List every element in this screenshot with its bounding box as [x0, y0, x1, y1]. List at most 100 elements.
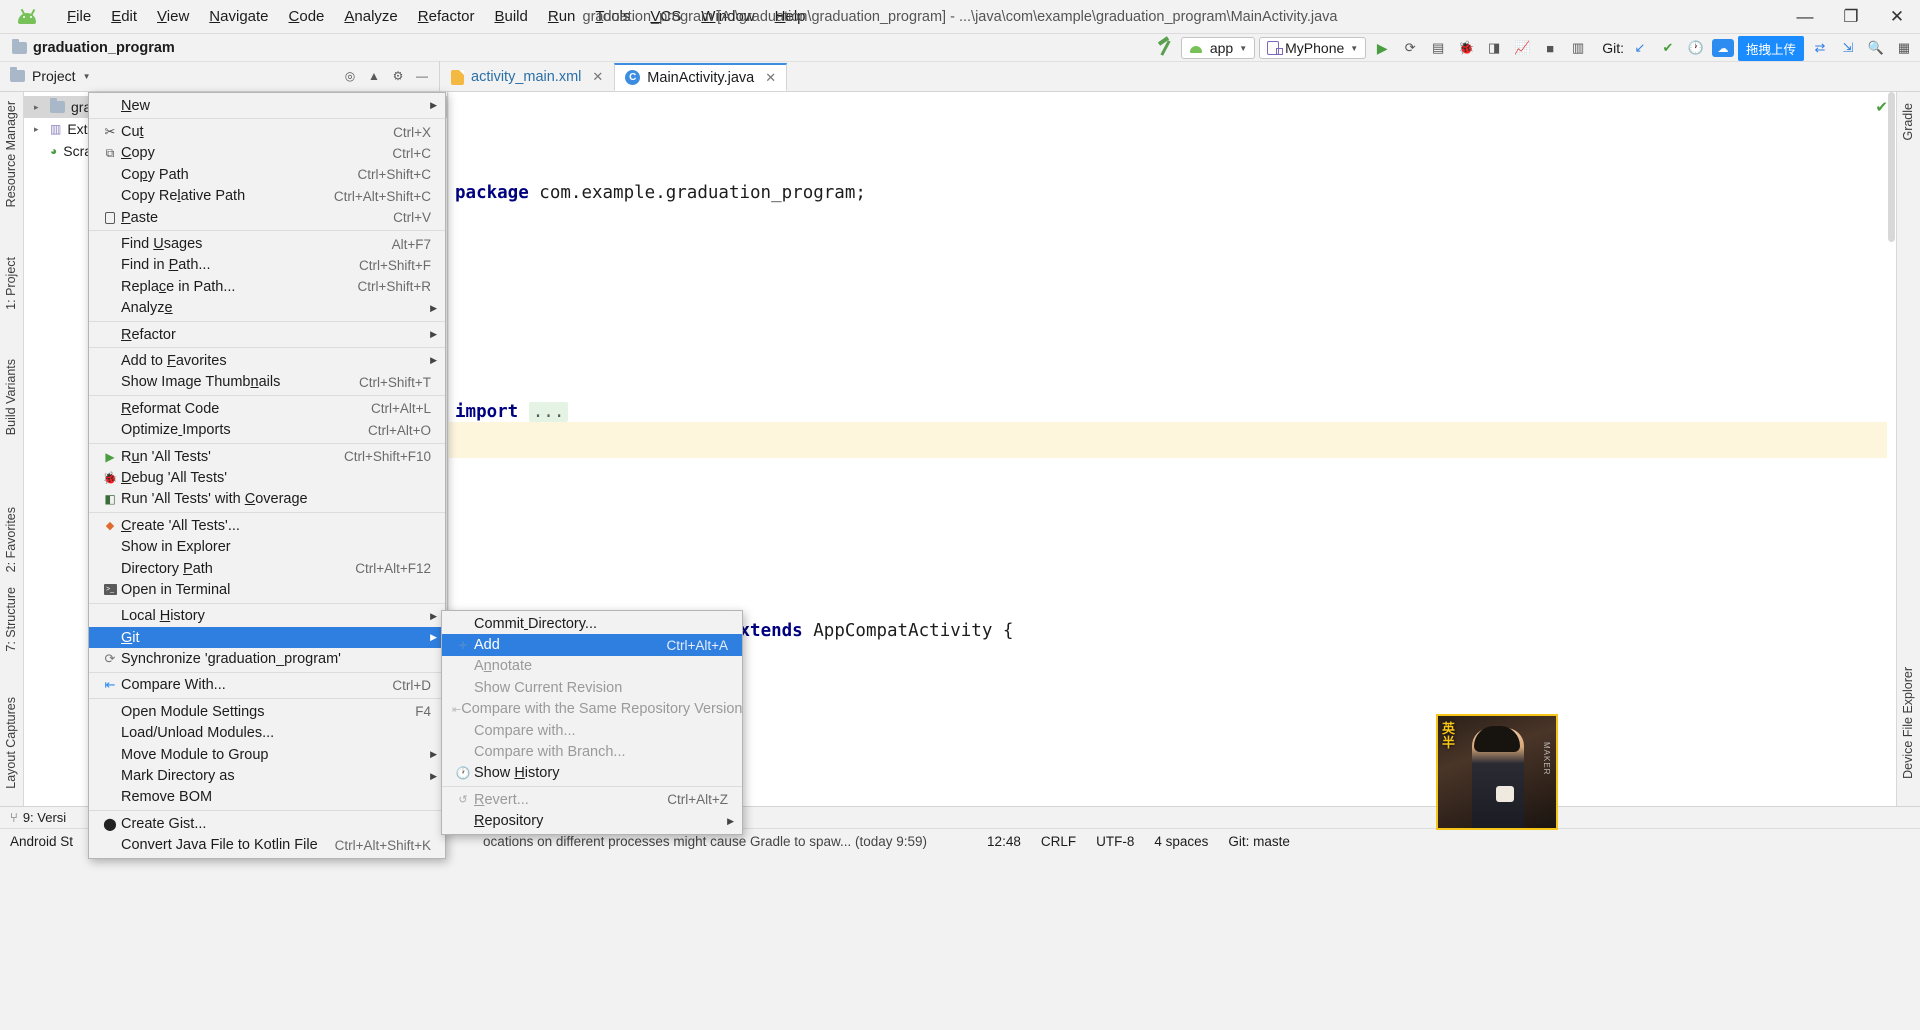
ctx-item-directory-path[interactable]: Directory Path Ctrl+Alt+F12: [89, 558, 445, 579]
ctx-item-debug-all-tests[interactable]: 🐞 Debug 'All Tests': [89, 467, 445, 488]
search-icon[interactable]: 🔍: [1864, 37, 1888, 59]
apply-changes-button[interactable]: ⟳: [1398, 37, 1422, 59]
ctx-item-remove-bom[interactable]: Remove BOM: [89, 787, 445, 808]
git-submenu[interactable]: Commit Directory... + Add Ctrl+Alt+A Annotat…: [441, 610, 743, 835]
ctx-item-add-to-favorites[interactable]: Add to Favorites ▶: [89, 350, 445, 371]
ctx-item-replace-in-path[interactable]: Replace in Path... Ctrl+Shift+R: [89, 276, 445, 297]
rail-resource-manager[interactable]: Resource Manager: [0, 96, 22, 212]
restore-button[interactable]: ❐: [1828, 0, 1874, 34]
ctx-item-load-unload-modules[interactable]: Load/Unload Modules...: [89, 723, 445, 744]
ctx-item-git[interactable]: Git ▶: [89, 626, 445, 649]
git-update-icon[interactable]: ↙: [1628, 37, 1652, 59]
ctx-item-cut[interactable]: ✂ Cut Ctrl+X: [89, 121, 445, 142]
run-button[interactable]: ▶: [1370, 37, 1394, 59]
ctx-item-open-in-terminal[interactable]: >_ Open in Terminal: [89, 579, 445, 600]
ctx-item-paste[interactable]: Paste Ctrl+V: [89, 207, 445, 228]
ctx-item-reformat-code[interactable]: Reformat Code Ctrl+Alt+L: [89, 398, 445, 419]
git-item-show-history[interactable]: 🕐 Show History: [442, 763, 742, 784]
project-context-menu[interactable]: New ▶ ✂ Cut Ctrl+X ⧉ Copy Ctrl+C Copy Path Ctrl+S…: [88, 92, 446, 859]
cloud-upload-icon[interactable]: ☁: [1711, 39, 1734, 57]
ctx-item-copy-relative-path[interactable]: Copy Relative Path Ctrl+Alt+Shift+C: [89, 186, 445, 207]
window-controls[interactable]: — ❐ ✕: [1782, 0, 1920, 34]
ctx-item-find-usages[interactable]: Find Usages Alt+F7: [89, 233, 445, 254]
ctx-item-synchronize-graduation-program[interactable]: ⟳ Synchronize 'graduation_program': [89, 648, 445, 669]
ctx-item-compare-with[interactable]: ⇤ Compare With... Ctrl+D: [89, 675, 445, 696]
chevron-down-icon[interactable]: ▼: [83, 72, 91, 81]
close-button[interactable]: ✕: [1874, 0, 1920, 34]
ctx-item-create-all-tests[interactable]: ◆ Create 'All Tests'...: [89, 515, 445, 536]
git-commit-icon[interactable]: ✔: [1656, 37, 1680, 59]
minimize-button[interactable]: —: [1782, 0, 1828, 34]
rail-gradle[interactable]: Gradle: [1897, 98, 1919, 146]
build-hammer-icon[interactable]: [1155, 37, 1177, 59]
rail-structure[interactable]: 7: Structure: [0, 582, 22, 657]
run-coverage-button[interactable]: ◨: [1482, 37, 1506, 59]
device-selector[interactable]: MyPhone ▼: [1259, 37, 1367, 59]
close-icon[interactable]: ✕: [765, 70, 776, 86]
rail-device-file-explorer[interactable]: Device File Explorer: [1897, 662, 1919, 784]
menu-view[interactable]: View: [148, 4, 198, 29]
rail-favorites[interactable]: 2: Favorites: [0, 502, 22, 577]
menu-run[interactable]: Run: [539, 4, 585, 29]
ctx-item-open-module-settings[interactable]: Open Module Settings F4: [89, 701, 445, 722]
ctx-item-find-in-path[interactable]: Find in Path... Ctrl+Shift+F: [89, 255, 445, 276]
menu-analyze[interactable]: Analyze: [335, 4, 406, 29]
run-configuration-selector[interactable]: app ▼: [1180, 37, 1256, 59]
rail-layout-captures[interactable]: Layout Captures: [0, 692, 22, 794]
ctx-item-convert-java-file-to-kotlin-file[interactable]: Convert Java File to Kotlin File Ctrl+Alt…: [89, 835, 445, 856]
ctx-item-move-module-to-group[interactable]: Move Module to Group ▶: [89, 744, 445, 765]
sdk-manager-icon[interactable]: ▦: [1892, 37, 1916, 59]
upload-button[interactable]: 拖拽上传: [1737, 35, 1804, 61]
ctx-item-new[interactable]: New ▶: [89, 95, 445, 116]
menu-navigate[interactable]: Navigate: [200, 4, 277, 29]
tab-activity-main-xml[interactable]: activity_main.xml ✕: [440, 63, 614, 91]
bottom-item-version-control[interactable]: ⑂ 9: Versi: [0, 810, 76, 825]
menu-code[interactable]: Code: [280, 4, 334, 29]
hide-icon[interactable]: —: [413, 67, 431, 85]
video-overlay[interactable]: 英 半 MAKER: [1436, 714, 1558, 830]
status-caret-position[interactable]: 12:48: [977, 834, 1031, 849]
close-icon[interactable]: ✕: [592, 69, 603, 85]
ctx-item-run-all-tests-with-coverage[interactable]: ◧ Run 'All Tests' with Coverage: [89, 489, 445, 510]
target-icon[interactable]: ◎: [341, 67, 359, 85]
ctx-item-analyze[interactable]: Analyze ▶: [89, 298, 445, 319]
ctx-item-run-all-tests[interactable]: ▶ Run 'All Tests' Ctrl+Shift+F10: [89, 446, 445, 467]
git-item-repository[interactable]: Repository ▶: [442, 811, 742, 832]
git-history-icon[interactable]: 🕐: [1684, 37, 1708, 59]
status-encoding[interactable]: UTF-8: [1086, 834, 1144, 849]
avd-manager-icon[interactable]: ⇲: [1836, 37, 1860, 59]
rail-project[interactable]: 1: Project: [0, 252, 22, 315]
menu-build[interactable]: Build: [485, 4, 536, 29]
layout-inspector-button[interactable]: ▥: [1566, 37, 1590, 59]
debug-bug-button[interactable]: 🐞: [1454, 37, 1478, 59]
collapse-all-icon[interactable]: ▲: [365, 67, 383, 85]
ctx-item-refactor[interactable]: Refactor ▶: [89, 324, 445, 345]
profiler-button[interactable]: 📈: [1510, 37, 1534, 59]
chevron-right-icon[interactable]: ▸: [34, 102, 44, 113]
status-line-separator[interactable]: CRLF: [1031, 834, 1086, 849]
ctx-item-copy-path[interactable]: Copy Path Ctrl+Shift+C: [89, 164, 445, 185]
git-item-add[interactable]: + Add Ctrl+Alt+A: [442, 634, 742, 656]
rail-build-variants[interactable]: Build Variants: [0, 354, 22, 440]
menu-file[interactable]: File: [58, 4, 100, 29]
breadcrumb[interactable]: graduation_program: [12, 38, 175, 56]
editor-scrollbar[interactable]: [1887, 92, 1896, 806]
git-item-commit-directory[interactable]: Commit Directory...: [442, 613, 742, 634]
ctx-item-optimize-imports[interactable]: Optimize Imports Ctrl+Alt+O: [89, 419, 445, 440]
sync-gradle-icon[interactable]: ⇄: [1808, 37, 1832, 59]
ctx-item-show-image-thumbnails[interactable]: Show Image Thumbnails Ctrl+Shift+T: [89, 372, 445, 393]
gear-icon[interactable]: ⚙: [389, 67, 407, 85]
ctx-item-local-history[interactable]: Local History ▶: [89, 606, 445, 627]
menu-edit[interactable]: Edit: [102, 4, 146, 29]
debug-button[interactable]: ▤: [1426, 37, 1450, 59]
ctx-item-show-in-explorer[interactable]: Show in Explorer: [89, 536, 445, 557]
ctx-item-mark-directory-as[interactable]: Mark Directory as ▶: [89, 765, 445, 786]
ctx-item-create-gist[interactable]: ⬤ Create Gist...: [89, 813, 445, 834]
tab-mainactivity-java[interactable]: C MainActivity.java ✕: [614, 63, 788, 91]
chevron-right-icon[interactable]: ▸: [34, 124, 44, 135]
menu-refactor[interactable]: Refactor: [409, 4, 484, 29]
folded-imports[interactable]: ...: [528, 402, 569, 422]
status-git-branch[interactable]: Git: maste: [1218, 834, 1300, 849]
status-indent[interactable]: 4 spaces: [1144, 834, 1218, 849]
stop-button[interactable]: ■: [1538, 37, 1562, 59]
